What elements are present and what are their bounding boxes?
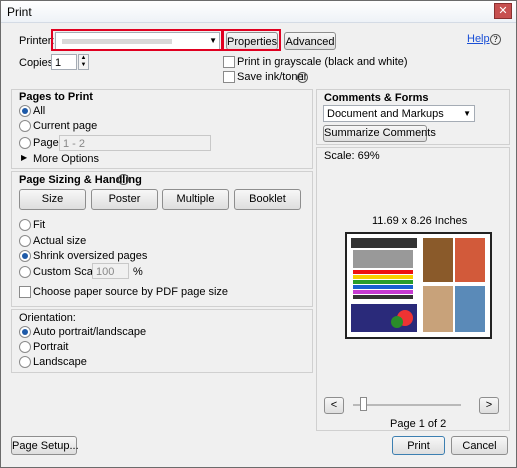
choose-source-checkbox[interactable] bbox=[19, 286, 31, 298]
grayscale-checkbox[interactable] bbox=[223, 56, 235, 68]
help-link[interactable]: Help bbox=[467, 33, 490, 45]
comments-select-value: Document and Markups bbox=[327, 108, 444, 120]
window-title: Print bbox=[7, 5, 32, 19]
save-ink-checkbox[interactable] bbox=[223, 71, 235, 83]
previous-page-button[interactable]: < bbox=[324, 397, 344, 414]
title-bar: Print ✕ bbox=[1, 1, 516, 23]
printer-highlight bbox=[51, 29, 223, 51]
choose-source-label: Choose paper source by PDF page size bbox=[33, 286, 229, 298]
current-page-radio[interactable] bbox=[19, 120, 31, 132]
comments-title: Comments & Forms bbox=[324, 92, 429, 104]
printer-label: Printer: bbox=[19, 35, 55, 47]
print-button[interactable]: Print bbox=[392, 436, 445, 455]
expand-arrow-icon[interactable]: ▶ bbox=[21, 153, 27, 162]
pages-to-print-title: Pages to Print bbox=[19, 91, 93, 103]
help-icon[interactable]: ? bbox=[490, 34, 501, 45]
properties-highlight bbox=[222, 29, 281, 51]
shrink-radio[interactable] bbox=[19, 250, 31, 262]
all-pages-radio[interactable] bbox=[19, 105, 31, 117]
landscape-label: Landscape bbox=[33, 356, 87, 368]
cancel-button[interactable]: Cancel bbox=[451, 436, 508, 455]
auto-orientation-label: Auto portrait/landscape bbox=[33, 326, 147, 338]
percent-label: % bbox=[133, 266, 143, 278]
page-preview bbox=[345, 232, 492, 339]
auto-orientation-radio[interactable] bbox=[19, 326, 31, 338]
summarize-comments-button[interactable]: Summarize Comments bbox=[323, 125, 436, 142]
next-page-button[interactable]: > bbox=[479, 397, 499, 414]
copies-stepper[interactable]: ▲ ▼ bbox=[78, 54, 89, 70]
info-icon[interactable]: i bbox=[118, 174, 129, 185]
grayscale-label: Print in grayscale (black and white) bbox=[237, 56, 408, 68]
info-icon[interactable]: i bbox=[297, 72, 308, 83]
more-options-label[interactable]: More Options bbox=[33, 153, 99, 165]
comments-select[interactable]: Document and Markups ▼ bbox=[323, 105, 475, 122]
pages-radio[interactable] bbox=[19, 137, 31, 149]
actual-size-radio[interactable] bbox=[19, 235, 31, 247]
current-page-label: Current page bbox=[33, 120, 98, 132]
print-dialog: Print ✕ Printer: ▼ Properties Advanced H… bbox=[0, 0, 517, 468]
poster-button[interactable]: Poster bbox=[91, 189, 158, 210]
portrait-label: Portrait bbox=[33, 341, 69, 353]
multiple-button[interactable]: Multiple bbox=[162, 189, 229, 210]
custom-scale-input[interactable]: 100 bbox=[92, 263, 129, 279]
page-setup-button[interactable]: Page Setup... bbox=[11, 436, 79, 455]
preview-thumbnail bbox=[351, 238, 485, 332]
close-button[interactable]: ✕ bbox=[494, 3, 512, 19]
page-indicator: Page 1 of 2 bbox=[390, 418, 447, 430]
close-icon: ✕ bbox=[498, 5, 508, 17]
actual-size-label: Actual size bbox=[33, 235, 87, 247]
fit-label: Fit bbox=[33, 219, 46, 231]
size-button[interactable]: Size bbox=[19, 189, 86, 210]
all-pages-label: All bbox=[33, 105, 46, 117]
custom-scale-radio[interactable] bbox=[19, 266, 31, 278]
booklet-button[interactable]: Booklet bbox=[234, 189, 301, 210]
chevron-down-icon: ▼ bbox=[463, 109, 471, 118]
paper-size-text: 11.69 x 8.26 Inches bbox=[372, 215, 468, 227]
pages-range-input[interactable]: 1 - 2 bbox=[59, 135, 211, 151]
page-slider-track[interactable] bbox=[353, 404, 461, 406]
advanced-button[interactable]: Advanced bbox=[284, 32, 336, 50]
fit-radio[interactable] bbox=[19, 219, 31, 231]
page-slider-thumb[interactable] bbox=[360, 397, 367, 411]
landscape-radio[interactable] bbox=[19, 356, 31, 368]
scale-text: Scale: 69% bbox=[324, 150, 380, 162]
copies-input[interactable]: 1 bbox=[51, 54, 77, 70]
shrink-label: Shrink oversized pages bbox=[33, 250, 148, 262]
orientation-title: Orientation: bbox=[19, 312, 76, 324]
portrait-radio[interactable] bbox=[19, 341, 31, 353]
